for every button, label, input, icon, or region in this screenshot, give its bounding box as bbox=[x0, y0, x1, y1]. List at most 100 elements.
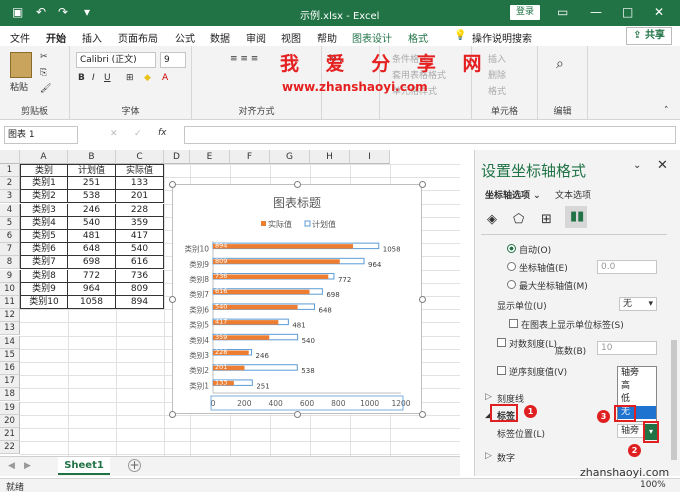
tab-review[interactable]: 审阅 bbox=[246, 30, 266, 45]
row-header-10[interactable]: 10 bbox=[0, 282, 20, 296]
row-header-20[interactable]: 20 bbox=[0, 414, 20, 428]
tab-format[interactable]: 格式 bbox=[408, 30, 428, 45]
row-header-14[interactable]: 14 bbox=[0, 335, 20, 349]
row-header-19[interactable]: 19 bbox=[0, 401, 20, 415]
minimize-icon[interactable]: — bbox=[590, 4, 602, 20]
undo-icon[interactable]: ↶ bbox=[36, 4, 46, 20]
paste-icon[interactable] bbox=[10, 52, 32, 78]
axis-options-icon[interactable]: ▮▮ bbox=[565, 206, 587, 228]
number-section[interactable]: 数字 bbox=[497, 451, 515, 464]
format-cells-button[interactable]: 格式 bbox=[488, 84, 506, 97]
table-cell[interactable]: 359 bbox=[116, 216, 164, 230]
italic-icon[interactable]: I bbox=[92, 73, 95, 83]
row-header-6[interactable]: 6 bbox=[0, 230, 20, 243]
tab-axis-options[interactable]: 坐标轴选项 ⌄ bbox=[485, 188, 541, 201]
option-axis[interactable]: 轴旁 bbox=[618, 367, 656, 380]
tab-home[interactable]: 开始 bbox=[46, 30, 66, 49]
paste-button[interactable]: 粘贴 bbox=[10, 80, 28, 93]
number-expand-icon[interactable]: ▷ bbox=[485, 451, 492, 461]
table-cell[interactable]: 246 bbox=[68, 203, 116, 217]
axis-value-radio[interactable] bbox=[507, 262, 516, 271]
chart-resize-handle[interactable] bbox=[169, 181, 176, 188]
tick-marks-expand-icon[interactable]: ▷ bbox=[485, 392, 492, 402]
base-input[interactable]: 10 bbox=[597, 341, 657, 355]
sheet-tab-sheet1[interactable]: Sheet1 bbox=[58, 457, 110, 475]
border-icon[interactable]: ⊞ bbox=[126, 73, 134, 83]
row-header-9[interactable]: 9 bbox=[0, 269, 20, 283]
login-button[interactable]: 登录 bbox=[510, 5, 540, 20]
table-cell[interactable]: 类别1 bbox=[20, 177, 68, 191]
show-unit-checkbox[interactable] bbox=[509, 319, 518, 328]
bold-icon[interactable]: B bbox=[78, 73, 85, 83]
table-cell[interactable]: 类别10 bbox=[20, 296, 68, 309]
collapse-ribbon-icon[interactable]: ˄ bbox=[664, 106, 669, 116]
table-cell[interactable]: 894 bbox=[116, 296, 164, 309]
row-header-21[interactable]: 21 bbox=[0, 428, 20, 441]
auto-radio[interactable] bbox=[507, 244, 516, 253]
chart-resize-handle[interactable] bbox=[419, 296, 426, 303]
chart-resize-handle[interactable] bbox=[419, 181, 426, 188]
pane-scrollbar[interactable] bbox=[671, 340, 677, 460]
table-cell[interactable]: 698 bbox=[68, 256, 116, 270]
customize-qat-icon[interactable]: ▾ bbox=[84, 4, 90, 20]
column-header-C[interactable]: C bbox=[116, 150, 164, 164]
display-unit-select[interactable]: 无 ▾ bbox=[619, 297, 657, 311]
column-header-H[interactable]: H bbox=[310, 150, 350, 164]
name-box[interactable]: 图表 1 bbox=[4, 126, 78, 144]
add-sheet-button[interactable]: + bbox=[128, 459, 141, 472]
column-header-D[interactable]: D bbox=[164, 150, 190, 164]
log-scale-checkbox[interactable] bbox=[497, 338, 506, 347]
tab-page-layout[interactable]: 页面布局 bbox=[118, 30, 158, 45]
column-header-E[interactable]: E bbox=[190, 150, 230, 164]
table-cell[interactable]: 736 bbox=[116, 269, 164, 283]
option-high[interactable]: 高 bbox=[618, 380, 656, 393]
row-header-7[interactable]: 7 bbox=[0, 243, 20, 257]
table-cell[interactable]: 417 bbox=[116, 230, 164, 243]
table-cell[interactable]: 772 bbox=[68, 269, 116, 283]
column-header-B[interactable]: B bbox=[68, 150, 116, 164]
table-cell[interactable]: 类别5 bbox=[20, 230, 68, 243]
table-cell[interactable]: 251 bbox=[68, 177, 116, 191]
table-header-cell[interactable]: 实际值 bbox=[116, 164, 164, 177]
formula-input[interactable] bbox=[184, 126, 676, 144]
row-header-3[interactable]: 3 bbox=[0, 190, 20, 204]
format-painter-icon[interactable]: 🖌 bbox=[40, 84, 51, 94]
row-header-17[interactable]: 17 bbox=[0, 375, 20, 389]
axis-value-input[interactable]: 0.0 bbox=[597, 260, 657, 274]
table-cell[interactable]: 类别9 bbox=[20, 282, 68, 296]
table-cell[interactable]: 133 bbox=[116, 177, 164, 191]
table-cell[interactable]: 类别4 bbox=[20, 216, 68, 230]
chart-resize-handle[interactable] bbox=[169, 411, 176, 418]
pane-menu-icon[interactable]: ⌄ bbox=[633, 160, 641, 171]
share-button[interactable]: ⇪ 共享 bbox=[626, 27, 672, 45]
next-sheet-icon[interactable]: ▶ bbox=[24, 461, 31, 471]
table-cell[interactable]: 964 bbox=[68, 282, 116, 296]
fill-color-icon[interactable]: ◆ bbox=[144, 73, 151, 83]
row-header-4[interactable]: 4 bbox=[0, 203, 20, 217]
tab-insert[interactable]: 插入 bbox=[82, 30, 102, 45]
column-header-I[interactable]: I bbox=[350, 150, 390, 164]
table-cell[interactable]: 类别3 bbox=[20, 203, 68, 217]
table-cell[interactable]: 类别6 bbox=[20, 243, 68, 257]
tab-data[interactable]: 数据 bbox=[210, 30, 230, 45]
align-icon[interactable]: ≡ ≡ ≡ bbox=[230, 54, 258, 64]
effects-icon[interactable]: ⬠ bbox=[513, 212, 524, 227]
table-cell[interactable]: 538 bbox=[68, 190, 116, 204]
row-header-2[interactable]: 2 bbox=[0, 177, 20, 191]
tab-text-options[interactable]: 文本选项 bbox=[555, 188, 591, 201]
tell-me-search[interactable]: 操作说明搜索 bbox=[472, 30, 532, 45]
row-header-5[interactable]: 5 bbox=[0, 216, 20, 230]
table-cell[interactable]: 540 bbox=[116, 243, 164, 257]
table-cell[interactable]: 540 bbox=[68, 216, 116, 230]
column-header-A[interactable]: A bbox=[20, 150, 68, 164]
tab-file[interactable]: 文件 bbox=[10, 30, 30, 45]
select-all-corner[interactable] bbox=[0, 150, 20, 164]
reverse-checkbox[interactable] bbox=[497, 366, 506, 375]
max-axis-radio[interactable] bbox=[507, 280, 516, 289]
row-header-11[interactable]: 11 bbox=[0, 296, 20, 309]
tab-help[interactable]: 帮助 bbox=[317, 30, 337, 45]
cut-icon[interactable]: ✂ bbox=[40, 52, 48, 62]
row-header-1[interactable]: 1 bbox=[0, 164, 20, 177]
underline-icon[interactable]: U bbox=[104, 73, 111, 83]
maximize-icon[interactable]: □ bbox=[622, 4, 633, 20]
